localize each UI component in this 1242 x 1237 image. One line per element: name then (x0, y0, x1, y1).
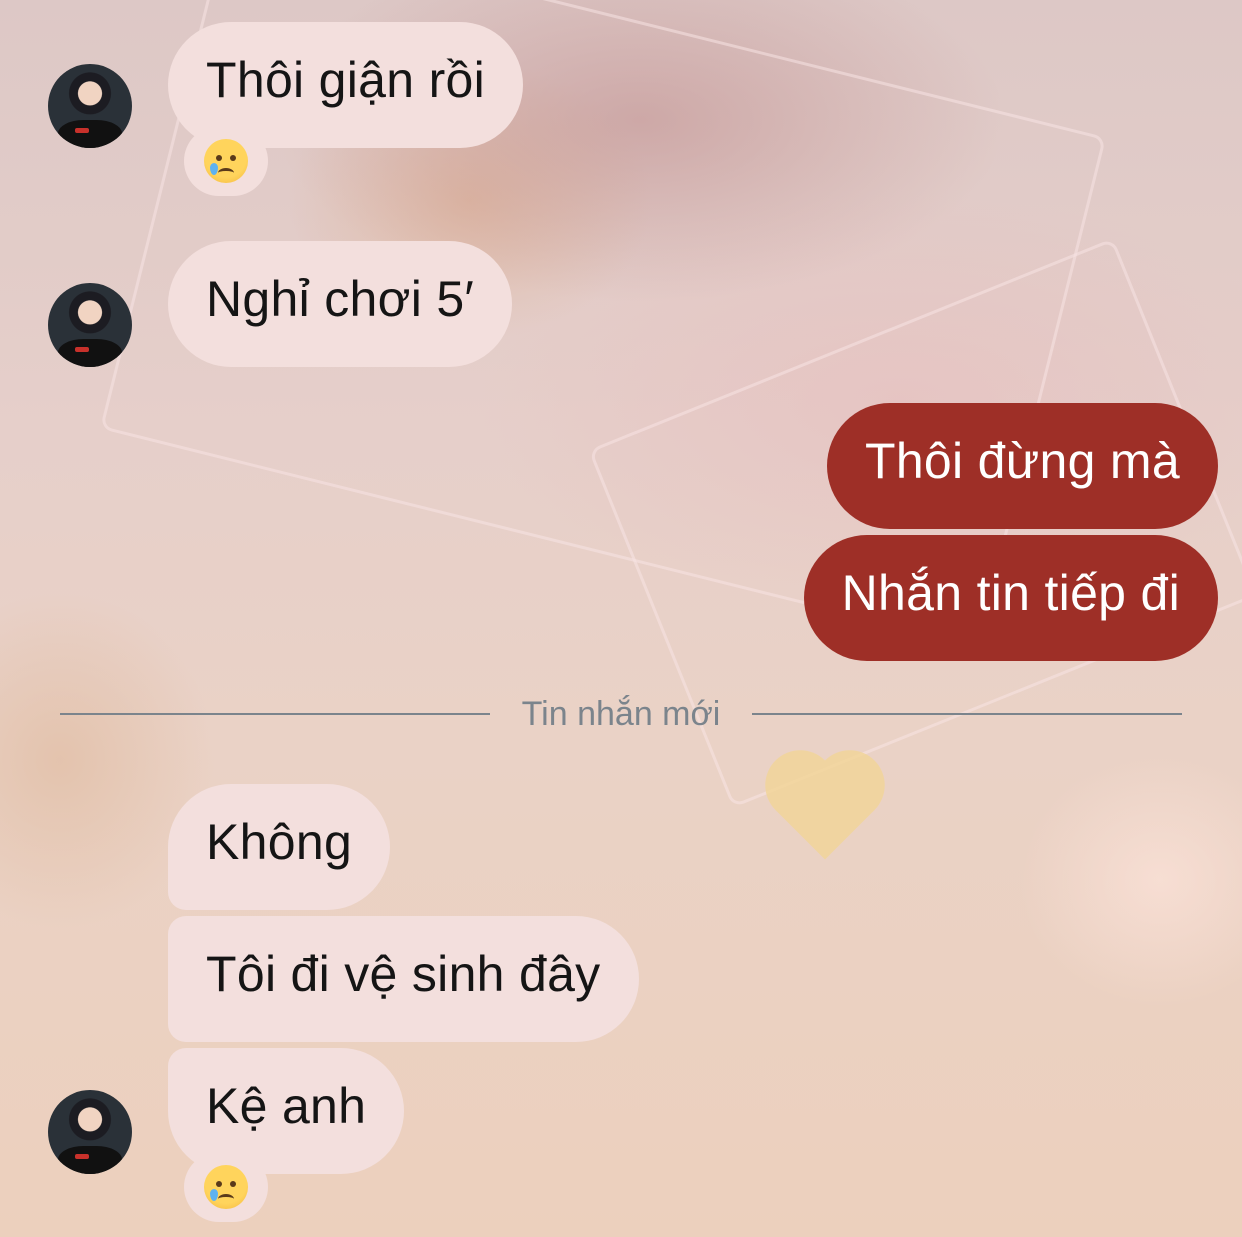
divider-line (752, 713, 1183, 715)
message-text: Thôi đừng mà (864, 433, 1180, 489)
message-bubble-outgoing[interactable]: Thôi đừng mà (826, 403, 1218, 529)
message-bubble-outgoing[interactable]: Nhắn tin tiếp đi (803, 535, 1218, 661)
message-text: Thôi giận rồi (206, 52, 486, 108)
crying-face-reaction-icon[interactable] (184, 1152, 268, 1222)
message-text: Không (206, 814, 353, 870)
crying-face-reaction-icon[interactable] (184, 126, 268, 196)
divider-line (60, 713, 490, 715)
contact-avatar[interactable] (48, 1090, 132, 1174)
new-messages-divider: Tin nhắn mới (60, 692, 1183, 736)
message-text: Nghỉ chơi 5′ (206, 271, 475, 327)
message-bubble-incoming[interactable]: Tôi đi vệ sinh đây (168, 916, 639, 1042)
message-bubble-incoming[interactable]: Không (168, 784, 391, 910)
message-text: Tôi đi vệ sinh đây (206, 946, 601, 1002)
message-bubble-incoming[interactable]: Nghỉ chơi 5′ (168, 241, 513, 367)
new-messages-label: Tin nhắn mới (521, 694, 721, 733)
message-text: Kệ anh (206, 1078, 367, 1134)
heart-decoration (775, 760, 875, 860)
message-text: Nhắn tin tiếp đi (841, 565, 1180, 621)
contact-avatar[interactable] (48, 64, 132, 148)
contact-avatar[interactable] (48, 283, 132, 367)
